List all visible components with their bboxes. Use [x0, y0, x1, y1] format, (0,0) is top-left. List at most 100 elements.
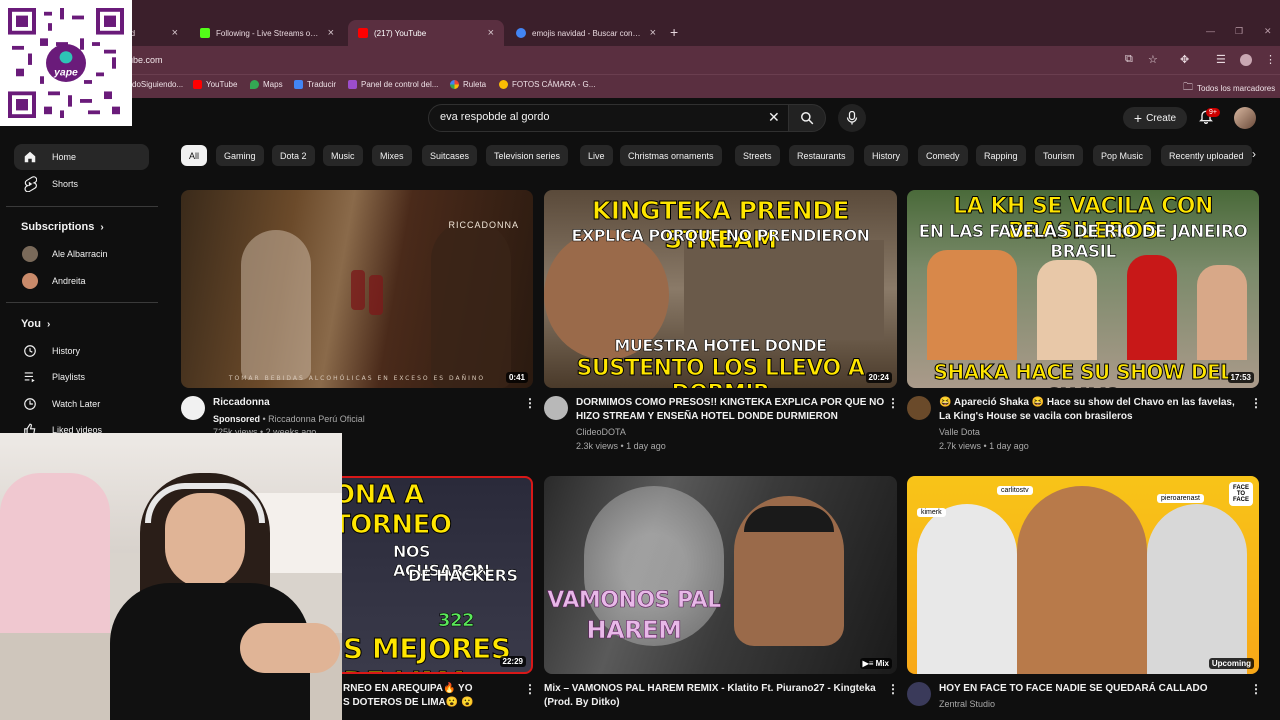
bookmark-ruleta[interactable]: Ruleta	[450, 80, 486, 89]
clear-search-icon[interactable]: ✕	[768, 109, 780, 126]
video-thumbnail[interactable]: carlitostv kimerk pieroarenast FACE TO F…	[907, 476, 1259, 674]
hand	[240, 623, 340, 673]
search-input[interactable]: eva respobde al gordo	[440, 111, 549, 123]
more-options-icon[interactable]: ⋮	[1250, 682, 1262, 696]
mix-label: Mix	[875, 659, 889, 668]
browser-tab-kick[interactable]: Following - Live Streams on Kick ×	[190, 20, 344, 46]
chip-gaming[interactable]: Gaming	[216, 145, 264, 166]
you-heading[interactable]: You ›	[21, 318, 50, 330]
thumbnail-text: VAMONOS PAL	[547, 588, 722, 614]
browser-tab-youtube[interactable]: (217) YouTube ×	[348, 20, 504, 46]
chip-pop-music[interactable]: Pop Music	[1093, 145, 1152, 166]
close-icon[interactable]: ×	[488, 27, 494, 39]
chip-streets[interactable]: Streets	[735, 145, 780, 166]
account-avatar[interactable]	[1234, 107, 1256, 129]
video-title-line-1[interactable]: DORMIMOS COMO PRESOS!! KINGTEKA EXPLICA …	[576, 396, 884, 410]
bookmark-translate[interactable]: Traducir	[294, 80, 336, 89]
video-channel: Sponsored • Riccadonna Perú Oficial	[213, 414, 365, 424]
chip-suitcases[interactable]: Suitcases	[422, 145, 478, 166]
video-title-line-2[interactable]: La King's House se vacila con brasileros	[939, 410, 1133, 424]
sidebar-item-ale-albarracin[interactable]: Ale Albarracin	[14, 241, 149, 267]
voice-search-button[interactable]	[838, 104, 866, 132]
chip-live[interactable]: Live	[580, 145, 613, 166]
sidebar-item-home[interactable]: Home	[14, 144, 149, 170]
photos-icon	[499, 80, 508, 89]
create-button[interactable]: + Create	[1123, 107, 1187, 129]
heading-label: You	[21, 318, 41, 330]
video-title-line-1[interactable]: Mix – VAMONOS PAL HAREM REMIX - Klatito …	[544, 682, 876, 696]
chip-music[interactable]: Music	[323, 145, 363, 166]
bookmark-youtube[interactable]: YouTube	[193, 80, 237, 89]
chip-mixes[interactable]: Mixes	[372, 145, 412, 166]
channel-avatar[interactable]	[181, 396, 205, 420]
sidebar-item-playlists[interactable]: Playlists	[14, 364, 149, 390]
channel-name[interactable]: Zentral Studio	[939, 698, 995, 711]
thumbnail-text: DE HACKERS	[408, 566, 519, 586]
chip-christmas-ornaments[interactable]: Christmas ornaments	[620, 145, 722, 166]
video-thumbnail[interactable]: RICCADONNA TOMAR BEBIDAS ALCOHÓLICAS EN …	[181, 190, 533, 388]
bookmark-maps[interactable]: Maps	[250, 80, 283, 89]
close-icon[interactable]: ×	[172, 27, 178, 39]
chevron-right-icon[interactable]: ›	[1252, 147, 1256, 161]
chip-dota2[interactable]: Dota 2	[272, 145, 315, 166]
more-options-icon[interactable]: ⋮	[524, 682, 536, 696]
channel-avatar[interactable]	[907, 682, 931, 706]
sidebar-item-history[interactable]: History	[14, 338, 149, 364]
window-close-icon[interactable]: ✕	[1264, 26, 1272, 37]
channel-name[interactable]: Valle Dota	[939, 426, 980, 439]
chip-all[interactable]: All	[181, 145, 208, 166]
minimize-icon[interactable]: —	[1206, 26, 1215, 36]
channel-avatar[interactable]	[907, 396, 931, 420]
sidebar-item-watch-later[interactable]: Watch Later	[14, 391, 149, 417]
channel-name[interactable]: Riccadonna Perú Oficial	[268, 414, 365, 424]
video-title[interactable]: Riccadonna	[213, 396, 270, 410]
chip-comedy[interactable]: Comedy	[918, 145, 968, 166]
close-icon[interactable]: ×	[650, 27, 656, 39]
tab-search-icon[interactable]: ☰	[1216, 53, 1226, 66]
video-title-line-1[interactable]: 😆 Apareció Shaka 😆 Hace su show del Chav…	[939, 396, 1235, 410]
chip-rapping[interactable]: Rapping	[976, 145, 1026, 166]
profile-icon[interactable]	[1240, 54, 1252, 66]
qr-code-icon: yape	[8, 8, 124, 118]
close-icon[interactable]: ×	[328, 27, 334, 39]
menu-dots-icon[interactable]: ⋮	[1265, 53, 1276, 66]
bookmark-fotos[interactable]: FOTOS CÁMARA - G...	[499, 80, 595, 89]
more-options-icon[interactable]: ⋮	[887, 396, 899, 410]
chip-history[interactable]: History	[864, 145, 909, 166]
channel-avatar[interactable]	[544, 396, 568, 420]
channel-name[interactable]: ClideoDOTA	[576, 426, 626, 439]
search-button[interactable]	[788, 104, 826, 132]
youtube-favicon-icon	[358, 28, 368, 38]
chip-tourism[interactable]: Tourism	[1035, 145, 1083, 166]
bookmark-star-icon[interactable]: ☆	[1148, 53, 1158, 66]
url-field[interactable]: ube.com	[128, 55, 163, 65]
maximize-icon[interactable]: ❐	[1235, 26, 1243, 37]
chip-restaurants[interactable]: Restaurants	[789, 145, 854, 166]
sidebar-label: Playlists	[52, 372, 86, 382]
subscriptions-heading[interactable]: Subscriptions ›	[21, 221, 104, 233]
chip-recently-uploaded[interactable]: Recently uploaded	[1161, 145, 1252, 166]
video-title-line-2[interactable]: S DOTEROS DE LIMA😮 😮	[343, 696, 473, 710]
bookmark-item[interactable]: doSiguiendo...	[132, 80, 183, 89]
sidebar-item-andreita[interactable]: Andreita	[14, 268, 149, 294]
video-thumbnail[interactable]: VAMONOS PAL HAREM ▶︎≡ Mix	[544, 476, 897, 674]
youtube-icon	[193, 80, 202, 89]
all-bookmarks[interactable]: 🗀 Todos los marcadores	[1183, 80, 1275, 97]
sidebar-item-shorts[interactable]: Shorts	[14, 171, 149, 197]
extensions-icon[interactable]: ✥	[1180, 53, 1189, 66]
bookmark-panel[interactable]: Panel de control del...	[348, 80, 438, 89]
new-tab-button[interactable]: +	[670, 24, 678, 40]
video-title-line-2[interactable]: HIZO STREAM Y ENSEÑA HOTEL DONDE DURMIER…	[576, 410, 838, 424]
video-thumbnail[interactable]: KINGTEKA PRENDE STREAM EXPLICA PORQUE NO…	[544, 190, 897, 388]
browser-tab-google[interactable]: emojis navidad - Buscar con Google ×	[506, 20, 666, 46]
chip-television-series[interactable]: Television series	[486, 145, 569, 166]
video-title-line-1[interactable]: RNEO EN AREQUIPA🔥 YO	[343, 682, 473, 696]
more-options-icon[interactable]: ⋮	[1250, 396, 1262, 410]
video-title[interactable]: HOY EN FACE TO FACE NADIE SE QUEDARÁ CAL…	[939, 682, 1208, 696]
install-app-icon[interactable]: ⧉	[1125, 53, 1133, 66]
mix-badge: ▶︎≡ Mix	[859, 658, 892, 669]
more-options-icon[interactable]: ⋮	[524, 396, 536, 410]
video-thumbnail[interactable]: LA KH SE VACILA CON BRASILEROS EN LAS FA…	[907, 190, 1259, 388]
video-title-line-2[interactable]: (Prod. By Ditko)	[544, 696, 620, 710]
more-options-icon[interactable]: ⋮	[887, 682, 899, 696]
